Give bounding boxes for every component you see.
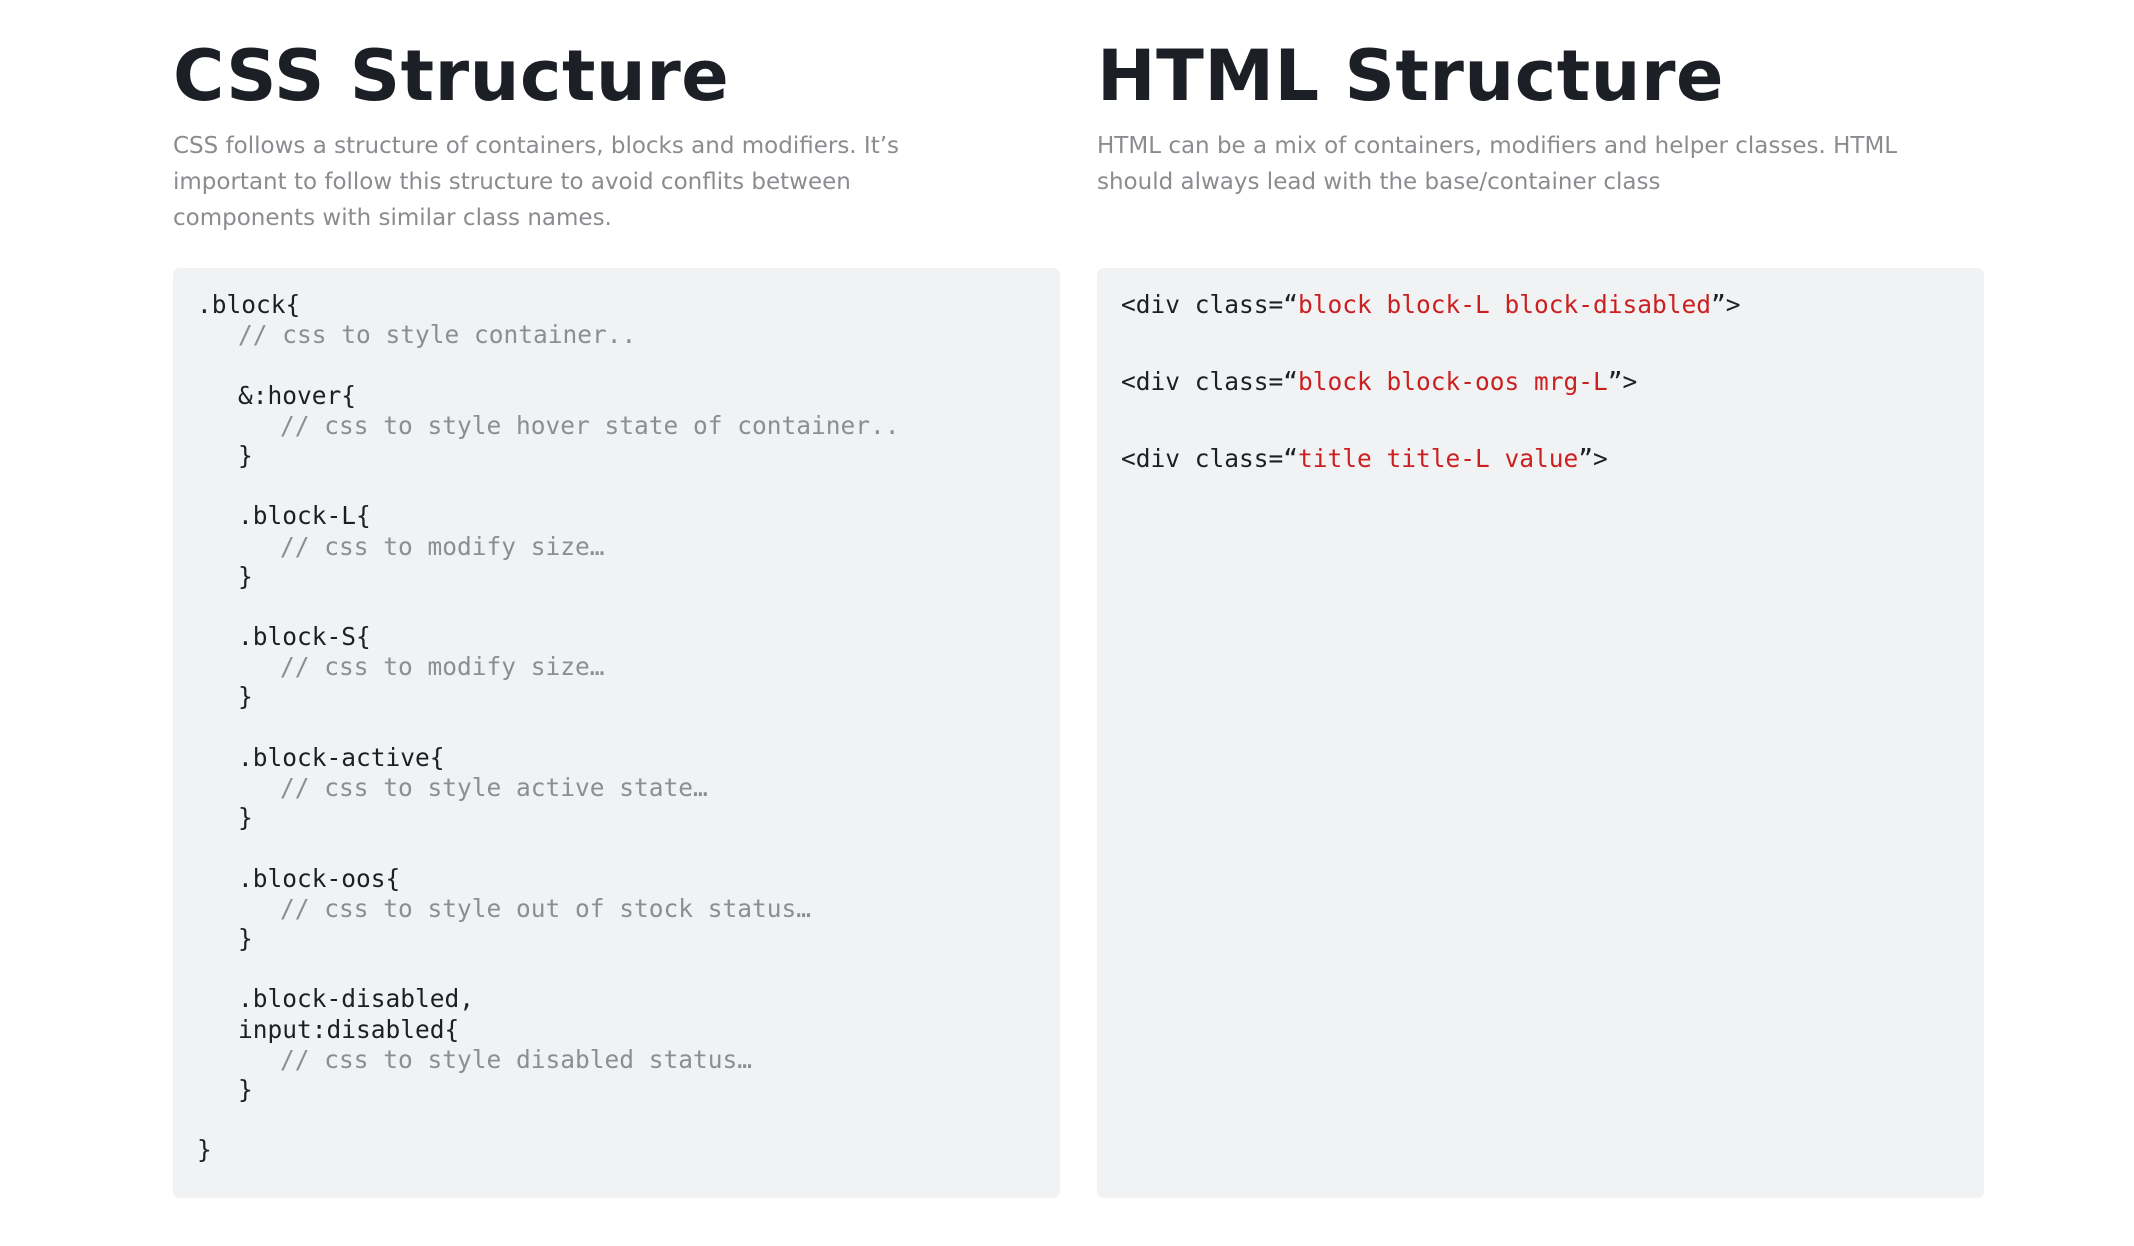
description-line: should always lead with the base/contain… bbox=[1097, 169, 1661, 195]
css-code-block: .block{// css to style container.. &:hove… bbox=[197, 290, 900, 1165]
code-comment: // css to style disabled status… bbox=[280, 1044, 753, 1074]
code-comment: // css to style hover state of container… bbox=[280, 410, 900, 440]
css-structure-description: CSS follows a structure of containers, b… bbox=[173, 128, 1060, 236]
code-comment: // css to style container.. bbox=[238, 320, 637, 350]
code-line: .block{ bbox=[197, 290, 301, 319]
code-line: } bbox=[238, 923, 253, 953]
html-structure-title: HTML Structure bbox=[1097, 35, 1724, 117]
code-line: } bbox=[238, 440, 253, 470]
description-line: important to follow this structure to av… bbox=[173, 169, 851, 195]
code-line: .block-L{ bbox=[238, 501, 371, 531]
code-comment: // css to style out of stock status… bbox=[280, 893, 812, 923]
code-comment: // css to modify size… bbox=[280, 652, 605, 682]
description-line: components with similar class names. bbox=[173, 205, 612, 231]
code-comment: // css to style active state… bbox=[280, 773, 708, 802]
html-class-value: title title-L value bbox=[1298, 444, 1579, 474]
code-line: } bbox=[238, 803, 253, 833]
html-tag-prefix: <div class=“ bbox=[1121, 367, 1299, 397]
html-tag-suffix: ”> bbox=[1607, 367, 1638, 397]
html-structure-description: HTML can be a mix of containers, modifie… bbox=[1097, 128, 1984, 200]
html-code-line: <div class=“block block-L block-disabled… bbox=[1121, 290, 1741, 320]
code-line: .block-disabled, bbox=[238, 984, 475, 1014]
description-line: HTML can be a mix of containers, modifie… bbox=[1097, 133, 1898, 159]
description-line: CSS follows a structure of containers, b… bbox=[173, 133, 900, 159]
html-tag-prefix: <div class=“ bbox=[1121, 290, 1299, 319]
code-line: } bbox=[197, 1135, 212, 1165]
html-tag-prefix: <div class=“ bbox=[1121, 444, 1299, 474]
code-comment: // css to modify size… bbox=[280, 531, 605, 561]
code-line: } bbox=[238, 561, 253, 591]
code-line: } bbox=[238, 682, 253, 712]
html-code-line: <div class=“block block-oos mrg-L”> bbox=[1121, 367, 1741, 397]
code-line: .block-oos{ bbox=[238, 863, 401, 893]
css-structure-title: CSS Structure bbox=[173, 35, 730, 117]
code-line: input:disabled{ bbox=[238, 1014, 460, 1044]
code-line: .block-active{ bbox=[238, 742, 445, 772]
code-line: &:hover{ bbox=[238, 380, 357, 410]
code-line: .block-S{ bbox=[238, 622, 371, 652]
html-class-value: block block-L block-disabled bbox=[1298, 290, 1712, 319]
code-line: } bbox=[238, 1074, 253, 1104]
html-tag-suffix: ”> bbox=[1711, 290, 1741, 319]
html-tag-suffix: ”> bbox=[1578, 444, 1608, 474]
html-code-line: <div class=“title title-L value”> bbox=[1121, 444, 1741, 474]
html-code-block: <div class=“block block-L block-disabled… bbox=[1121, 290, 1741, 522]
html-class-value: block block-oos mrg-L bbox=[1298, 367, 1608, 397]
